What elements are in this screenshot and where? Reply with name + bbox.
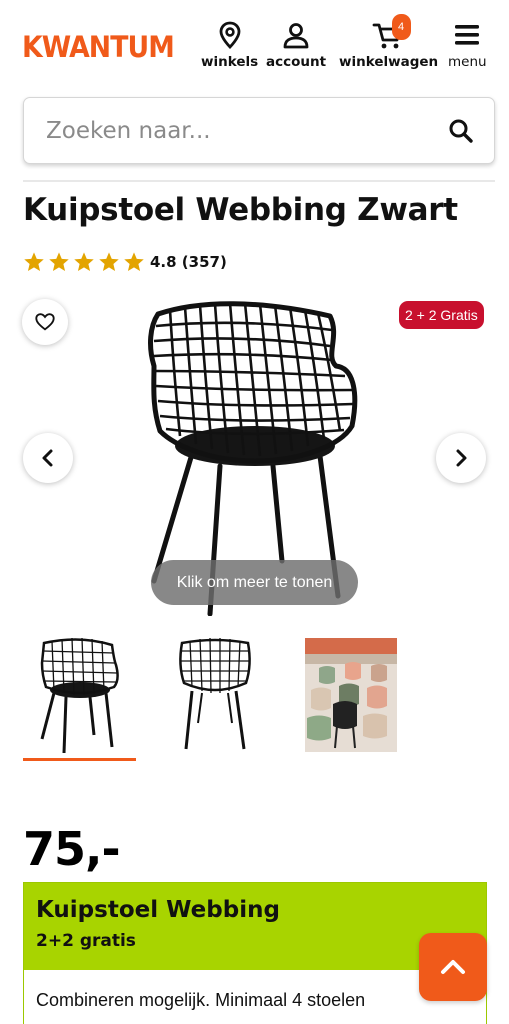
divider <box>23 180 495 182</box>
promo-subtitle: 2+2 gratis <box>36 931 136 951</box>
thumbnail-chair-front <box>40 637 119 754</box>
location-pin-icon <box>219 21 240 49</box>
chevron-left-icon <box>42 449 53 467</box>
promo-box: Kuipstoel Webbing 2+2 gratis Combineren … <box>23 882 487 1024</box>
chevron-right-icon <box>456 449 467 467</box>
star-icon <box>49 252 69 271</box>
thumbnail-1[interactable] <box>36 635 122 755</box>
thumbnail-2[interactable] <box>176 635 254 755</box>
nav-account-label: account <box>266 54 327 70</box>
nav-menu-label: menu <box>448 54 487 70</box>
show-more-button[interactable]: Klik om meer te tonen <box>151 560 358 605</box>
thumbnail-lifestyle <box>305 638 397 752</box>
search-bar[interactable] <box>23 97 495 164</box>
product-title: Kuipstoel Webbing Zwart <box>23 192 458 228</box>
search-icon[interactable] <box>448 118 474 144</box>
header: KWANTUM winkels account 4 winkelwagen me… <box>0 0 509 84</box>
gallery-next-button[interactable] <box>436 433 486 483</box>
star-icon <box>124 252 144 271</box>
star-icon <box>74 252 94 271</box>
search-input[interactable] <box>46 114 426 148</box>
promo-body: Combineren mogelijk. Minimaal 4 stoelen <box>36 990 366 1010</box>
product-gallery[interactable]: 2 + 2 Gratis Klik om meer te tonen <box>0 290 509 620</box>
thumbnail-chair-back <box>179 637 251 750</box>
chevron-up-icon <box>441 960 465 974</box>
nav-menu[interactable]: menu <box>448 20 487 70</box>
user-icon <box>283 23 309 49</box>
scroll-to-top-button[interactable] <box>419 933 487 1001</box>
thumbnail-active-indicator <box>23 758 136 761</box>
thumbnail-3[interactable] <box>305 638 397 752</box>
gallery-prev-button[interactable] <box>23 433 73 483</box>
heart-icon <box>35 313 55 331</box>
rating-text: 4.8 (357) <box>150 253 227 271</box>
promo-badge: 2 + 2 Gratis <box>399 301 484 329</box>
promo-title: Kuipstoel Webbing <box>36 897 280 923</box>
product-rating[interactable]: 4.8 (357) <box>23 251 227 273</box>
star-icon <box>99 252 119 271</box>
nav-stores-label: winkels <box>201 54 259 70</box>
star-icon <box>24 252 44 271</box>
cart-count-badge: 4 <box>391 14 411 40</box>
promo-header: Kuipstoel Webbing 2+2 gratis <box>24 883 486 970</box>
nav-cart-label: winkelwagen <box>339 54 439 70</box>
wishlist-button[interactable] <box>22 299 68 345</box>
nav-account[interactable]: account <box>266 20 326 70</box>
nav-cart[interactable]: 4 winkelwagen <box>339 14 439 70</box>
product-price: 75,- <box>23 822 121 876</box>
nav-stores[interactable]: winkels <box>201 20 258 70</box>
kwantum-logo[interactable]: KWANTUM <box>22 30 175 64</box>
hamburger-menu-icon <box>455 25 480 45</box>
